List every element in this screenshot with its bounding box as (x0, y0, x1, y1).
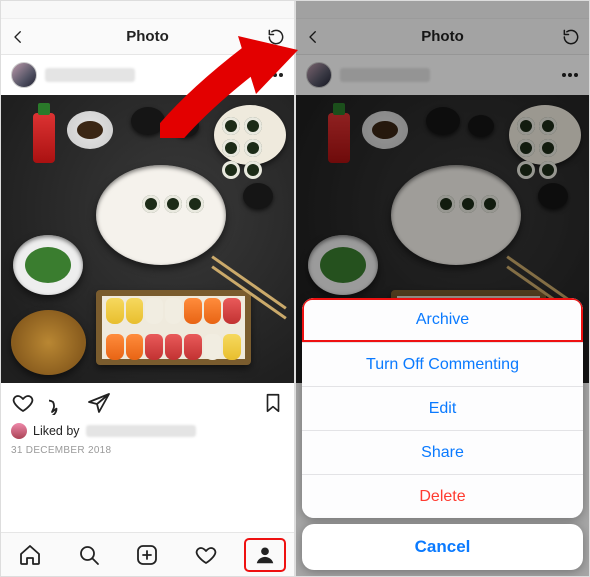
ellipsis-icon (266, 72, 284, 78)
post-header (1, 55, 294, 95)
refresh-button[interactable] (561, 27, 581, 47)
back-button[interactable] (304, 28, 322, 46)
liker-name-redacted (86, 425, 196, 437)
search-icon (77, 543, 101, 567)
sheet-cancel-button[interactable]: Cancel (302, 524, 583, 570)
page-title: Photo (421, 28, 464, 45)
sheet-item-turn-off-commenting[interactable]: Turn Off Commenting (302, 342, 583, 386)
post-header (296, 55, 589, 95)
sheet-item-delete[interactable]: Delete (302, 474, 583, 518)
phone-left: Photo (0, 0, 295, 577)
avatar[interactable] (11, 62, 37, 88)
profile-icon (254, 544, 276, 566)
more-options-button[interactable] (561, 72, 579, 78)
paper-plane-icon (87, 391, 111, 415)
liked-by-prefix: Liked by (33, 424, 80, 438)
page-title: Photo (126, 28, 169, 45)
liked-by-row[interactable]: Liked by (11, 423, 284, 439)
refresh-button[interactable] (266, 27, 286, 47)
tab-activity[interactable] (186, 539, 226, 571)
post-actions-area: Liked by 31 DECEMBER 2018 (1, 383, 294, 460)
tab-add[interactable] (127, 539, 167, 571)
sheet-item-archive[interactable]: Archive (302, 298, 583, 342)
home-icon (18, 543, 42, 567)
comment-button[interactable] (49, 391, 73, 415)
liker-avatar (11, 423, 27, 439)
like-button[interactable] (11, 391, 35, 415)
tab-profile[interactable] (245, 539, 285, 571)
back-button[interactable] (9, 28, 27, 46)
sheet-item-share[interactable]: Share (302, 430, 583, 474)
heart-icon (194, 543, 218, 567)
post-actions (11, 391, 284, 415)
bottom-tab-bar (1, 532, 294, 576)
tab-home[interactable] (10, 539, 50, 571)
top-nav: Photo (296, 19, 589, 55)
bookmark-icon (262, 391, 284, 415)
action-sheet: Archive Turn Off Commenting Edit Share D… (302, 298, 583, 570)
status-bar (1, 1, 294, 19)
phone-right: Photo Archive Turn (295, 0, 590, 577)
comment-icon (49, 391, 73, 415)
post-photo[interactable] (1, 95, 294, 383)
action-sheet-group: Archive Turn Off Commenting Edit Share D… (302, 298, 583, 518)
chevron-left-icon (9, 28, 27, 46)
top-nav: Photo (1, 19, 294, 55)
heart-icon (11, 391, 35, 415)
status-bar (296, 1, 589, 19)
refresh-icon (266, 27, 286, 47)
add-square-icon (135, 543, 159, 567)
sheet-item-edit[interactable]: Edit (302, 386, 583, 430)
username-redacted (340, 68, 430, 82)
refresh-icon (561, 27, 581, 47)
avatar[interactable] (306, 62, 332, 88)
post-date: 31 DECEMBER 2018 (11, 445, 284, 456)
more-options-button[interactable] (266, 72, 284, 78)
tab-search[interactable] (69, 539, 109, 571)
share-button[interactable] (87, 391, 111, 415)
ellipsis-icon (561, 72, 579, 78)
bookmark-button[interactable] (262, 391, 284, 415)
chevron-left-icon (304, 28, 322, 46)
screenshot-stage: Photo (0, 0, 590, 577)
username-redacted (45, 68, 135, 82)
